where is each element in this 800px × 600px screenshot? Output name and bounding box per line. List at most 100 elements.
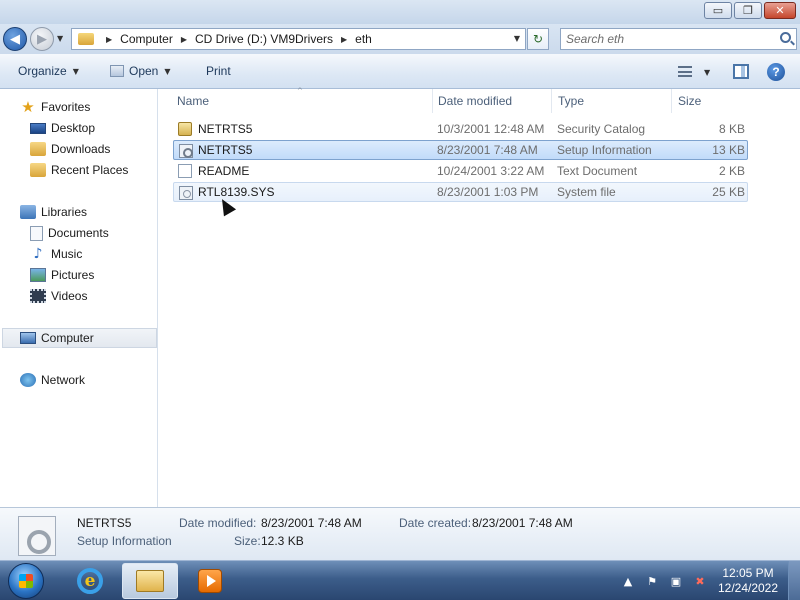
- videos-icon: [30, 289, 46, 303]
- system-tray: ▲ ⚑ ▣ ✖ 12:05 PM 12/24/2022: [616, 561, 800, 600]
- change-view-icon[interactable]: [678, 66, 692, 77]
- taskbar-internet-explorer[interactable]: e: [62, 563, 118, 599]
- breadcrumb-eth[interactable]: eth: [355, 32, 372, 46]
- file-row[interactable]: NETRTS5 10/3/2001 12:48 AM Security Cata…: [173, 119, 748, 139]
- breadcrumb-separator-icon[interactable]: ▶: [106, 35, 112, 44]
- recent-pages-dropdown[interactable]: ▼: [57, 34, 63, 43]
- print-button[interactable]: Print: [206, 64, 231, 78]
- file-name: NETRTS5: [198, 122, 253, 136]
- search-icon[interactable]: [780, 32, 791, 43]
- file-row[interactable]: RTL8139.SYS 8/23/2001 1:03 PM System fil…: [173, 182, 748, 202]
- details-date-modified-value: 8/23/2001 7:48 AM: [261, 516, 362, 530]
- text-document-icon: [178, 164, 192, 178]
- address-history-dropdown[interactable]: ▼: [514, 34, 520, 43]
- column-header-date-modified[interactable]: Date modified: [438, 89, 552, 113]
- clock-date: 12/24/2022: [717, 581, 779, 595]
- minimize-button[interactable]: ▭: [704, 2, 732, 19]
- details-date-created-value: 8/23/2001 7:48 AM: [472, 516, 573, 530]
- file-row[interactable]: README 10/24/2001 3:22 AM Text Document …: [173, 161, 748, 181]
- taskbar-windows-explorer[interactable]: [122, 563, 178, 599]
- file-date-modified: 10/3/2001 12:48 AM: [437, 122, 545, 136]
- search-box: [560, 28, 797, 50]
- start-button[interactable]: [8, 563, 44, 599]
- show-hidden-icons-icon[interactable]: ▲: [621, 574, 635, 588]
- network-status-icon[interactable]: ▣: [669, 574, 683, 588]
- downloads-folder-icon: [30, 142, 46, 156]
- file-type: System file: [557, 185, 616, 199]
- taskbar-media-player[interactable]: [182, 563, 238, 599]
- column-header-size[interactable]: Size: [678, 89, 748, 113]
- file-type: Security Catalog: [557, 122, 646, 136]
- windows-explorer-icon: [136, 570, 164, 592]
- details-date-created-label: Date created:: [399, 516, 472, 530]
- sidebar-item-label: Libraries: [41, 205, 88, 219]
- sidebar-item-pictures[interactable]: Pictures: [30, 265, 94, 285]
- system-file-icon: [179, 186, 193, 200]
- preview-pane-icon[interactable]: [733, 64, 749, 79]
- column-header-name[interactable]: Name: [177, 89, 433, 113]
- file-type: Text Document: [557, 164, 638, 178]
- sidebar-item-desktop[interactable]: Desktop: [30, 118, 95, 138]
- details-size-label: Size:: [234, 534, 261, 548]
- close-button[interactable]: ✕: [764, 2, 796, 19]
- open-label: Open: [129, 64, 159, 78]
- maximize-button[interactable]: ❐: [734, 2, 762, 19]
- music-note-icon: ♪: [33, 246, 43, 262]
- help-icon[interactable]: ?: [767, 63, 785, 81]
- sidebar-item-computer[interactable]: Computer: [2, 328, 157, 348]
- file-name: RTL8139.SYS: [198, 185, 275, 199]
- details-pane: NETRTS5 Setup Information Date modified:…: [0, 507, 800, 560]
- organize-button[interactable]: Organize ▼: [18, 64, 79, 78]
- file-row[interactable]: NETRTS5 8/23/2001 7:48 AM Setup Informat…: [173, 140, 748, 160]
- volume-muted-icon[interactable]: ✖: [693, 574, 707, 588]
- sidebar-item-label: Videos: [51, 289, 88, 303]
- network-icon: [20, 373, 36, 387]
- open-button[interactable]: Open ▼: [110, 64, 171, 78]
- sidebar-item-label: Pictures: [51, 268, 95, 282]
- refresh-button[interactable]: ↻: [527, 28, 549, 50]
- action-center-flag-icon[interactable]: ⚑: [645, 574, 659, 588]
- file-size: 8 KB: [718, 122, 745, 136]
- file-type: Setup Information: [557, 143, 652, 157]
- show-desktop-button[interactable]: [788, 561, 800, 600]
- sidebar-item-network[interactable]: Network: [20, 370, 85, 390]
- sidebar-item-libraries[interactable]: Libraries: [20, 202, 87, 222]
- sidebar-item-favorites[interactable]: ★ Favorites: [20, 97, 90, 117]
- details-file-type: Setup Information: [77, 534, 172, 548]
- media-player-icon: [198, 569, 222, 593]
- forward-button[interactable]: ▶: [30, 27, 54, 51]
- file-name: README: [198, 164, 250, 178]
- breadcrumb-separator-icon[interactable]: ▶: [181, 35, 187, 44]
- navigation-bar: ◀ ▶ ▼ ▶ Computer ▶ CD Drive (D:) VM9Driv…: [0, 24, 800, 54]
- sidebar-item-downloads[interactable]: Downloads: [30, 139, 110, 159]
- recent-places-icon: [30, 163, 46, 177]
- breadcrumb-cd-drive[interactable]: CD Drive (D:) VM9Drivers: [195, 32, 333, 46]
- security-catalog-icon: [178, 122, 192, 136]
- sidebar-item-music[interactable]: ♪ Music: [30, 244, 83, 264]
- sidebar-item-recent-places[interactable]: Recent Places: [30, 160, 128, 180]
- search-input[interactable]: [561, 29, 761, 49]
- details-date-modified-label: Date modified:: [179, 516, 257, 530]
- file-date-modified: 10/24/2001 3:22 AM: [437, 164, 545, 178]
- sidebar-item-documents[interactable]: Documents: [30, 223, 109, 243]
- command-bar: Organize ▼ Open ▼ Print ▼ ?: [0, 54, 800, 89]
- address-bar[interactable]: ▶ Computer ▶ CD Drive (D:) VM9Drivers ▶ …: [71, 28, 526, 50]
- back-button[interactable]: ◀: [3, 27, 27, 51]
- taskbar: e ▲ ⚑ ▣ ✖ 12:05 PM 12/24/2022: [0, 560, 800, 600]
- print-label: Print: [206, 64, 231, 78]
- internet-explorer-icon: e: [77, 568, 103, 594]
- sidebar-item-label: Downloads: [51, 142, 111, 156]
- sidebar-item-label: Desktop: [51, 121, 96, 135]
- breadcrumb-computer[interactable]: Computer: [120, 32, 173, 46]
- file-size: 25 KB: [712, 185, 745, 199]
- sidebar-item-label: Music: [51, 247, 83, 261]
- sidebar-item-videos[interactable]: Videos: [30, 286, 87, 306]
- clock[interactable]: 12:05 PM 12/24/2022: [712, 566, 784, 596]
- breadcrumb-separator-icon[interactable]: ▶: [341, 35, 347, 44]
- title-bar[interactable]: ▭ ❐ ✕: [0, 0, 800, 24]
- folder-icon: [78, 33, 94, 45]
- pictures-icon: [30, 268, 46, 282]
- navigation-pane: ★ Favorites Desktop Downloads Recent Pla…: [0, 89, 158, 507]
- column-header-type[interactable]: Type: [558, 89, 672, 113]
- view-options-dropdown[interactable]: ▼: [704, 68, 710, 77]
